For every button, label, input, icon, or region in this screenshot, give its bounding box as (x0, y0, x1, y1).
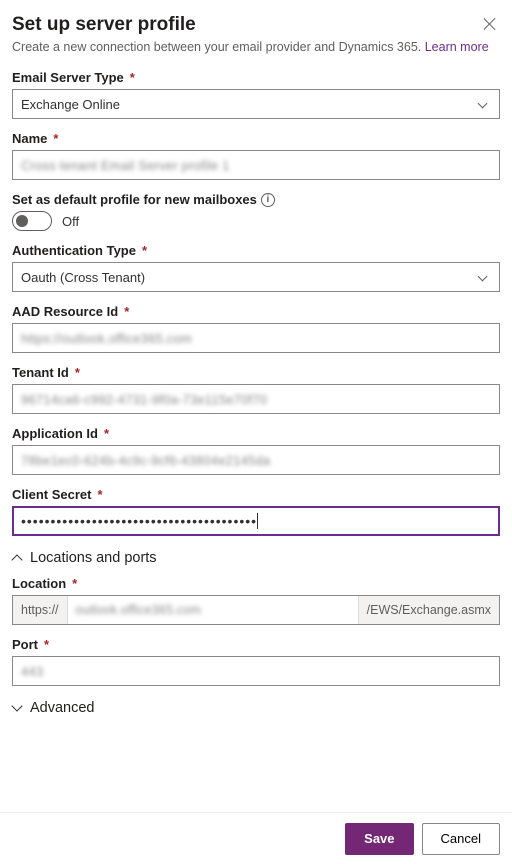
save-button[interactable]: Save (345, 823, 413, 855)
select-value: Oauth (Cross Tenant) (21, 270, 145, 285)
section-locations-and-ports[interactable]: Locations and ports (12, 550, 500, 566)
required-marker: * (142, 243, 147, 258)
label-text: Name (12, 131, 47, 146)
tenant-id-label: Tenant Id * (12, 365, 500, 380)
label-text: Authentication Type (12, 243, 136, 258)
required-marker: * (97, 487, 102, 502)
name-input[interactable]: Cross tenant Email Server profile 1 (12, 150, 500, 180)
port-label: Port * (12, 637, 500, 652)
required-marker: * (44, 637, 49, 652)
client-secret-input[interactable]: •••••••••••••••••••••••••••••••••••••••• (12, 506, 500, 536)
default-profile-toggle[interactable] (12, 211, 52, 231)
aad-resource-id-input[interactable]: https://outlook.office365.com (12, 323, 500, 353)
required-marker: * (53, 131, 58, 146)
required-marker: * (130, 70, 135, 85)
cancel-button[interactable]: Cancel (422, 823, 500, 855)
learn-more-link[interactable]: Learn more (425, 40, 489, 54)
auth-type-label: Authentication Type * (12, 243, 500, 258)
dialog-footer: Save Cancel (0, 812, 512, 864)
location-label: Location * (12, 576, 500, 591)
toggle-state-text: Off (62, 214, 79, 229)
section-advanced[interactable]: Advanced (12, 700, 500, 716)
required-marker: * (75, 365, 80, 380)
section-title: Locations and ports (30, 550, 157, 566)
input-value: outlook.office365.com (76, 603, 202, 617)
email-server-type-label: Email Server Type * (12, 70, 500, 85)
chevron-down-icon (12, 703, 22, 713)
location-input[interactable]: outlook.office365.com (68, 596, 358, 624)
page-description: Create a new connection between your ema… (12, 40, 500, 54)
close-icon[interactable] (482, 16, 498, 32)
label-text: Location (12, 576, 66, 591)
label-text: Set as default profile for new mailboxes (12, 192, 257, 207)
email-server-type-select[interactable]: Exchange Online (12, 89, 500, 119)
input-value: https://outlook.office365.com (21, 331, 192, 346)
client-secret-label: Client Secret * (12, 487, 500, 502)
required-marker: * (124, 304, 129, 319)
chevron-down-icon (477, 272, 487, 282)
label-text: Port (12, 637, 38, 652)
required-marker: * (72, 576, 77, 591)
chevron-down-icon (477, 99, 487, 109)
section-title: Advanced (30, 700, 95, 716)
application-id-input[interactable]: 78be1ec0-624b-4c9c-9cf6-43804e2145da (12, 445, 500, 475)
port-input[interactable]: 443 (12, 656, 500, 686)
input-value: •••••••••••••••••••••••••••••••••••••••• (21, 514, 257, 528)
aad-resource-id-label: AAD Resource Id * (12, 304, 500, 319)
chevron-up-icon (12, 553, 22, 563)
input-value: Cross tenant Email Server profile 1 (21, 158, 230, 173)
application-id-label: Application Id * (12, 426, 500, 441)
input-value: 78be1ec0-624b-4c9c-9cf6-43804e2145da (21, 453, 270, 468)
default-profile-label: Set as default profile for new mailboxes… (12, 192, 500, 207)
page-title: Set up server profile (12, 14, 500, 36)
location-suffix: /EWS/Exchange.asmx (358, 596, 499, 624)
location-prefix: https:// (13, 596, 68, 624)
input-value: 443 (21, 664, 43, 679)
description-text: Create a new connection between your ema… (12, 40, 425, 54)
location-input-group: https:// outlook.office365.com /EWS/Exch… (12, 595, 500, 625)
auth-type-select[interactable]: Oauth (Cross Tenant) (12, 262, 500, 292)
label-text: Tenant Id (12, 365, 69, 380)
select-value: Exchange Online (21, 97, 120, 112)
input-value: 96714ca6-c992-4731-9f0a-73e115e70f70 (21, 392, 267, 407)
label-text: AAD Resource Id (12, 304, 118, 319)
toggle-knob (16, 215, 28, 227)
label-text: Client Secret (12, 487, 91, 502)
label-text: Application Id (12, 426, 98, 441)
label-text: Email Server Type (12, 70, 124, 85)
tenant-id-input[interactable]: 96714ca6-c992-4731-9f0a-73e115e70f70 (12, 384, 500, 414)
required-marker: * (104, 426, 109, 441)
name-label: Name * (12, 131, 500, 146)
info-icon[interactable]: i (261, 193, 275, 207)
text-caret (257, 513, 258, 529)
